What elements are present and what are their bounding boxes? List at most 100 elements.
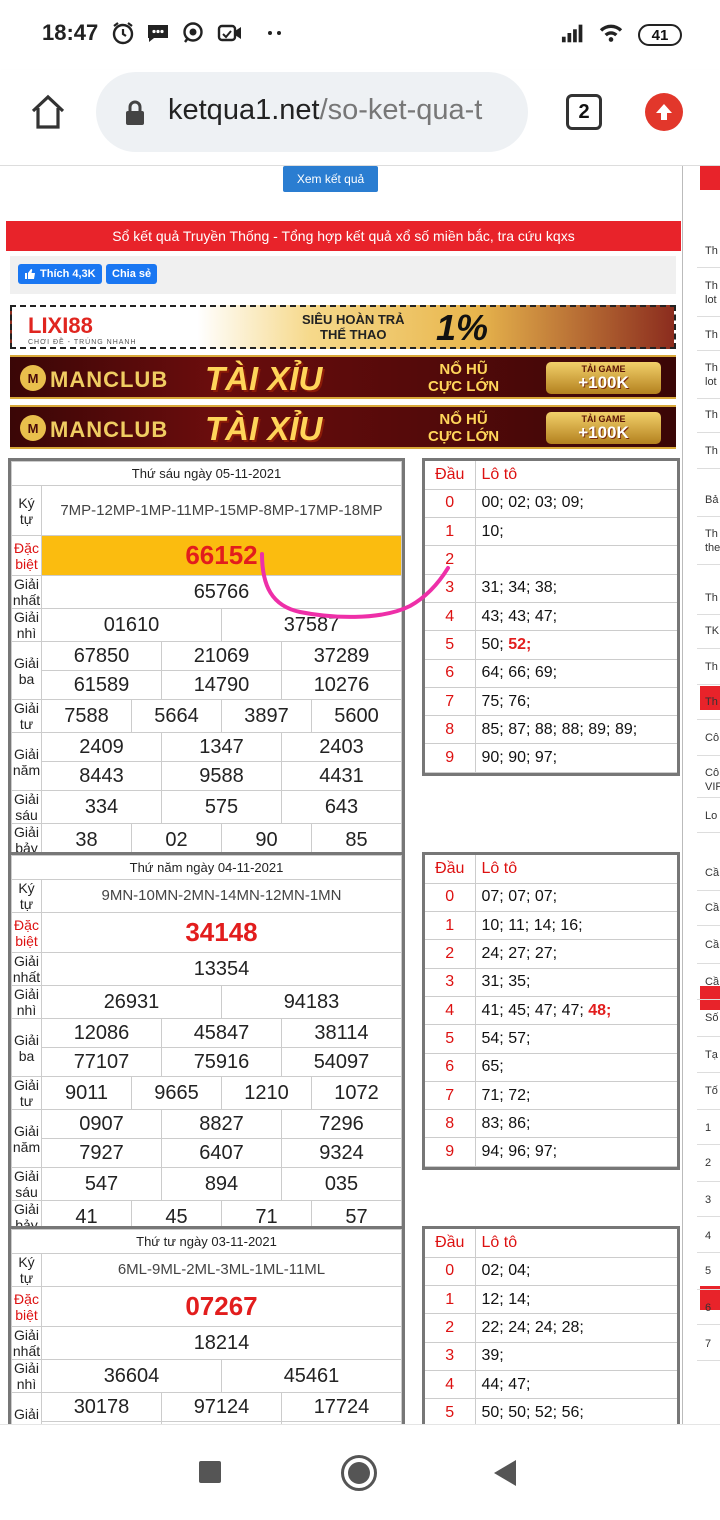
sidebar-link[interactable]: Th [697, 581, 720, 615]
third-prize: 77107 [41, 1047, 162, 1077]
sidebar-link[interactable]: 6 [697, 1291, 720, 1325]
sidebar-link[interactable]: Th [697, 434, 720, 469]
third-prize: 21069 [161, 641, 282, 671]
loto-numbers: 83; 86; [481, 1114, 531, 1132]
sidebar-link[interactable]: 2 [697, 1146, 720, 1182]
sau-label: Giải sáu [11, 790, 42, 824]
loto-values: 00; 02; 03; 09; [475, 489, 677, 519]
sidebar-link[interactable]: Số [697, 1001, 720, 1037]
sidebar-link[interactable]: 7 [697, 1327, 720, 1361]
loto-numbers: 12; 14; [481, 1290, 531, 1308]
sidebar-link[interactable]: Th the [697, 517, 720, 565]
fifth-prize: 9588 [161, 761, 282, 791]
sidebar-link[interactable]: Cầ [697, 965, 720, 1000]
tab-switcher-button[interactable]: 2 [566, 94, 602, 130]
fourth-prize: 1210 [221, 1076, 312, 1110]
third-prize: 67850 [41, 641, 162, 671]
sidebar-link[interactable]: Cầ [697, 891, 720, 926]
address-bar[interactable]: ketqua1.net/so-ket-qua-t [96, 72, 528, 152]
sidebar-link[interactable]: Cầ [697, 856, 720, 891]
sidebar-link[interactable]: Th [697, 650, 720, 685]
loto-values: 39; [475, 1342, 677, 1371]
second-prize: 01610 [41, 608, 222, 642]
loto-head-digit: 3 [425, 968, 476, 997]
browser-toolbar: ketqua1.net/so-ket-qua-t 2 [0, 70, 720, 166]
loto-head-digit: 7 [425, 687, 476, 717]
sidebar-link[interactable]: Cô [697, 721, 720, 756]
loto-numbers: 64; 66; 69; [481, 664, 558, 682]
loto-numbers: 10; 11; 14; 16; [481, 916, 583, 934]
loto-numbers: 41; 45; 47; 47; [481, 1001, 589, 1019]
loto-head-digit: 4 [425, 1370, 476, 1400]
loto-numbers: 50; [481, 635, 509, 653]
nhat-label: Giải nhất [11, 575, 42, 609]
loto-table-04-11: Đầu Lô tô 0 07; 07; 07; 1 10; 11; 14; 16; 2… [422, 852, 680, 1170]
nhi-label: Giải nhì [11, 985, 42, 1019]
view-results-button[interactable]: Xem kết quả [283, 166, 378, 192]
promo-line-2: THỂ THAO [320, 327, 387, 342]
loto-values: 43; 43; 47; [475, 602, 677, 632]
home-nav-button[interactable] [341, 1455, 377, 1491]
promo-percent: 1% [436, 307, 489, 348]
sidebar-link[interactable]: Th [697, 398, 720, 433]
sidebar-link[interactable]: Tạ [697, 1038, 720, 1073]
page-header: Sổ kết quả Truyền Thống - Tổng hợp kết q… [6, 221, 681, 251]
third-prize: 38114 [281, 1018, 402, 1048]
lixi88-tagline: CHƠI ĐỀ - TRÚNG NHANH [28, 339, 137, 346]
loto-values: 75; 76; [475, 687, 677, 717]
update-button[interactable] [645, 93, 683, 131]
loto-header: Lô tô [475, 1229, 677, 1258]
status-bar: 18:47 41 [0, 0, 720, 70]
loto-special-number: 48; [588, 1001, 612, 1019]
lixi88-logo: LIXI88 CHƠI ĐỀ - TRÚNG NHANH [28, 313, 137, 346]
loto-head-digit: 6 [425, 659, 476, 688]
sidebar-link[interactable]: 4 [697, 1219, 720, 1253]
loto-values: 10; [475, 517, 677, 547]
manclub-banner-2[interactable]: M MANCLUB TÀI XỈU NỔ HŨ CỰC LỚN TẢI GAME +… [10, 405, 676, 449]
ba-label: Giải ba [11, 1392, 42, 1424]
loto-values: 85; 87; 88; 88; 89; 89; [475, 715, 677, 745]
loto-header: Lô tô [475, 855, 677, 884]
loto-table-05-11: Đầu Lô tô 0 00; 02; 03; 09; 1 10; 2 3 31; 34… [422, 458, 680, 776]
back-button[interactable] [494, 1460, 516, 1486]
sidebar-link[interactable]: Th [697, 234, 720, 268]
sidebar-link[interactable]: Th [697, 685, 720, 720]
nhat-label: Giải nhất [11, 952, 42, 986]
loto-numbers: 65; [481, 1058, 504, 1076]
more-notifications-icon [262, 20, 288, 46]
chat-icon [181, 20, 207, 46]
dau-header: Đầu [425, 1229, 476, 1258]
loto-values: 50; 52; [475, 630, 677, 660]
url-host: ketqua1.net [168, 94, 320, 126]
sidebar-link[interactable]: 3 [697, 1183, 720, 1217]
facebook-like-button[interactable]: Thích 4,3K [18, 264, 102, 284]
sidebar-link[interactable]: Th lot [697, 351, 720, 399]
sidebar-link[interactable]: Bả [697, 483, 720, 517]
second-prize: 94183 [221, 985, 402, 1019]
sidebar-link[interactable]: Lo [697, 799, 720, 833]
sidebar-link[interactable]: Th lot [697, 269, 720, 317]
sidebar-link[interactable]: TK [697, 614, 720, 649]
sidebar-link[interactable]: 5 [697, 1254, 720, 1290]
sidebar-link[interactable]: Tố [697, 1074, 720, 1110]
share-label: Chia sẻ [112, 268, 152, 280]
loto-values: 83; 86; [475, 1109, 677, 1139]
fifth-prize: 4431 [281, 761, 402, 791]
video-call-icon [217, 20, 243, 46]
loto-numbers: 71; 72; [481, 1086, 531, 1104]
sidebar-link[interactable]: 1 [697, 1111, 720, 1145]
facebook-share-button[interactable]: Chia sẻ [106, 264, 158, 284]
sidebar-link[interactable]: Th [697, 318, 720, 351]
special-prize: 66152 [41, 535, 402, 576]
sidebar-link[interactable]: Cô VIF [697, 756, 720, 798]
recent-apps-button[interactable] [199, 1461, 221, 1483]
social-bar: Thích 4,3K Chia sẻ [10, 256, 676, 294]
manclub-banner-1[interactable]: M MANCLUB TÀI XỈU NỔ HŨ CỰC LỚN TẢI GAME +… [10, 355, 676, 399]
home-button[interactable] [28, 92, 68, 132]
nohu-line-1: NỔ HŨ [439, 361, 488, 378]
sidebar-link[interactable]: Cầ [697, 928, 720, 964]
loto-head-digit: 6 [425, 1053, 476, 1082]
result-date: Thứ năm ngày 04-11-2021 [11, 855, 402, 880]
fourth-prize: 7588 [41, 699, 132, 733]
lixi88-banner[interactable]: LIXI88 CHƠI ĐỀ - TRÚNG NHANH SIÊU HOÀN TR… [10, 305, 676, 349]
